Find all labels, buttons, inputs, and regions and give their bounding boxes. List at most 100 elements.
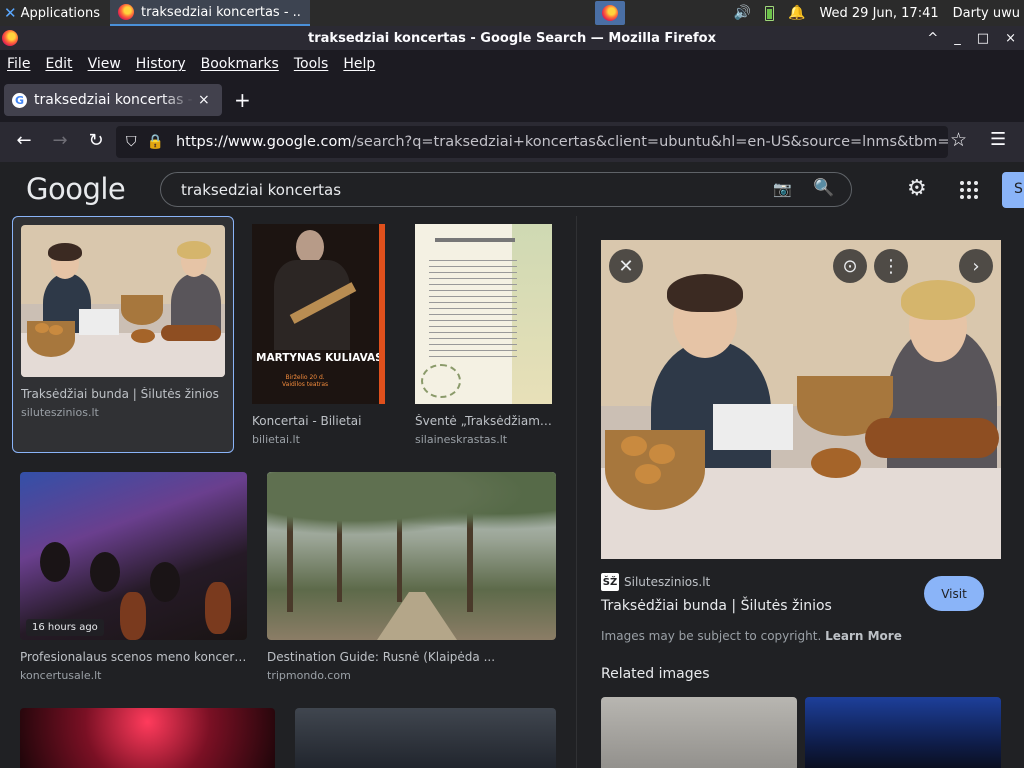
site-logo-icon: ŠŽ xyxy=(601,573,619,591)
tab-strip: G traksedziai koncertas - Google Search … xyxy=(0,78,1024,122)
menu-edit[interactable]: Edit xyxy=(45,56,72,72)
url-host: https://www.google.com xyxy=(175,134,352,150)
menu-bookmarks[interactable]: Bookmarks xyxy=(201,56,279,72)
result-title[interactable]: Destination Guide: Rusnė (Klaipėda ... xyxy=(267,650,556,664)
bookmark-star-icon[interactable]: ☆ xyxy=(950,129,967,151)
workspace-switcher[interactable] xyxy=(595,1,625,25)
time-badge: 16 hours ago xyxy=(26,619,104,636)
reload-icon[interactable]: ↻ xyxy=(84,130,108,151)
taskbar-window-title: traksedziai koncertas - ... xyxy=(141,4,302,20)
navigation-toolbar: ← → ↻ ⛉ 🔒 https://www.google.com/search?… xyxy=(0,122,1024,162)
result-source: tripmondo.com xyxy=(267,669,351,682)
result-source: bilietai.lt xyxy=(252,433,300,446)
menu-help[interactable]: Help xyxy=(343,56,375,72)
url-text[interactable]: https://www.google.com/search?q=traksedz… xyxy=(176,134,948,150)
window-maximize-button[interactable]: □ xyxy=(977,31,989,46)
image-results-grid: Traksėdžiai bunda | Šilutės žinios silut… xyxy=(0,216,576,768)
taskbar-window-button[interactable]: traksedziai koncertas - ... xyxy=(110,0,310,26)
forward-arrow-icon[interactable]: → xyxy=(48,130,72,151)
result-thumbnail[interactable] xyxy=(21,225,225,377)
window-title: traksedziai koncertas - Google Search — … xyxy=(308,30,716,46)
result-source: siluteszinios.lt xyxy=(21,406,99,419)
copyright-text: Images may be subject to copyright. xyxy=(601,629,822,643)
tab-close-icon[interactable]: × xyxy=(198,92,210,108)
more-options-icon[interactable]: ⋮ xyxy=(874,249,908,283)
learn-more-link[interactable]: Learn More xyxy=(825,629,902,643)
window-shade-button[interactable]: ^ xyxy=(927,31,938,46)
image-result-card[interactable]: Traksėdžiai bunda | Šilutės žinios silut… xyxy=(12,216,234,453)
tracking-shield-icon[interactable]: ⛉ xyxy=(126,134,137,150)
google-header: Google 📷 🔍 ⚙ S xyxy=(0,162,1024,216)
preview-image[interactable]: ✕ ⊙ ⋮ › xyxy=(601,240,1001,559)
web-page: Google 📷 🔍 ⚙ S xyxy=(0,162,1024,768)
image-preview-panel: ✕ ⊙ ⋮ › ŠŽ Siluteszinios.lt Traksėdžiai … xyxy=(576,216,1024,768)
preview-site-name: Siluteszinios.lt xyxy=(624,575,711,589)
result-thumbnail[interactable] xyxy=(267,472,556,640)
search-icon[interactable]: 🔍 xyxy=(813,178,834,198)
clock[interactable]: Wed 29 Jun, 17:41 xyxy=(819,6,938,21)
google-logo[interactable]: Google xyxy=(26,172,126,206)
close-preview-icon[interactable]: ✕ xyxy=(609,249,643,283)
next-image-icon[interactable]: › xyxy=(959,249,993,283)
firefox-icon xyxy=(602,5,618,21)
menu-history[interactable]: History xyxy=(136,56,186,72)
image-result-card[interactable]: Destination Guide: Rusnė (Klaipėda ... t… xyxy=(267,472,556,682)
xfce-logo-icon: ✕ xyxy=(4,4,17,22)
search-input[interactable] xyxy=(181,180,741,199)
result-title[interactable]: Profesionalaus scenos meno koncerti... xyxy=(20,650,247,664)
menu-view[interactable]: View xyxy=(88,56,121,72)
window-close-button[interactable]: × xyxy=(1005,31,1016,46)
result-thumbnail[interactable] xyxy=(415,224,552,404)
volume-icon[interactable]: 🔊 xyxy=(734,5,751,21)
system-tray: 🔊 🔔 Wed 29 Jun, 17:41 Darty uwu xyxy=(734,0,1024,26)
copyright-notice: Images may be subject to copyright. Lear… xyxy=(601,629,902,643)
result-thumbnail[interactable] xyxy=(295,708,556,768)
new-tab-button[interactable]: + xyxy=(234,88,251,112)
notification-bell-icon[interactable]: 🔔 xyxy=(788,5,805,21)
applications-label: Applications xyxy=(20,5,100,21)
result-title[interactable]: Koncertai - Bilietai xyxy=(252,414,385,428)
related-image[interactable] xyxy=(805,697,1001,768)
related-image[interactable] xyxy=(601,697,797,768)
result-source: silaineskrastas.lt xyxy=(415,433,508,446)
result-thumbnail[interactable] xyxy=(20,708,275,768)
image-result-card[interactable] xyxy=(295,708,556,768)
image-result-card[interactable]: Šventė „Traksėdžiams 300" ... silaineskr… xyxy=(415,224,552,446)
menu-bar: File Edit View History Bookmarks Tools H… xyxy=(0,50,1024,78)
settings-gear-icon[interactable]: ⚙ xyxy=(907,176,927,201)
apps-grid-icon[interactable] xyxy=(960,181,978,199)
user-menu[interactable]: Darty uwu xyxy=(953,6,1020,21)
back-arrow-icon[interactable]: ← xyxy=(12,130,36,151)
menu-file[interactable]: File xyxy=(7,56,30,72)
preview-site[interactable]: ŠŽ Siluteszinios.lt xyxy=(601,573,710,591)
result-thumbnail[interactable]: MARTYNAS KULIAVAS Birželio 20 d. Vaidilo… xyxy=(252,224,385,404)
hamburger-menu-icon[interactable]: ☰ xyxy=(990,129,1006,150)
tab-title: traksedziai koncertas - Google Search xyxy=(34,92,194,108)
sign-in-button[interactable]: S xyxy=(1002,172,1024,208)
battery-icon[interactable] xyxy=(765,5,774,21)
applications-menu[interactable]: ✕ Applications xyxy=(0,0,104,26)
image-result-card[interactable]: MARTYNAS KULIAVAS Birželio 20 d. Vaidilo… xyxy=(252,224,385,446)
image-result-card[interactable]: 16 hours ago Profesionalaus scenos meno … xyxy=(20,472,247,682)
camera-icon[interactable]: 📷 xyxy=(773,180,792,198)
related-images-heading: Related images xyxy=(601,666,710,682)
lock-icon[interactable]: 🔒 xyxy=(147,134,164,150)
url-bar[interactable]: ⛉ 🔒 https://www.google.com/search?q=trak… xyxy=(116,126,948,158)
window-controls: ^ _ □ × xyxy=(927,26,1016,50)
image-result-card[interactable] xyxy=(20,708,275,768)
menu-tools[interactable]: Tools xyxy=(294,56,329,72)
url-path: /search?q=traksedziai+koncertas&client=u… xyxy=(351,134,948,150)
window-minimize-button[interactable]: _ xyxy=(954,31,961,46)
desktop-taskbar: ✕ Applications traksedziai koncertas - .… xyxy=(0,0,1024,26)
search-box[interactable]: 📷 🔍 xyxy=(160,172,852,207)
tab-google-search[interactable]: G traksedziai koncertas - Google Search … xyxy=(4,84,222,116)
poster-subtitle: Birželio 20 d. Vaidilos teatras xyxy=(282,374,329,388)
window-titlebar: traksedziai koncertas - Google Search — … xyxy=(0,26,1024,50)
google-lens-icon[interactable]: ⊙ xyxy=(833,249,867,283)
firefox-window-icon xyxy=(2,30,18,46)
visit-button[interactable]: Visit xyxy=(924,576,984,611)
result-title[interactable]: Šventė „Traksėdžiams 300" ... xyxy=(415,414,552,428)
result-title[interactable]: Traksėdžiai bunda | Šilutės žinios xyxy=(21,387,225,401)
result-thumbnail[interactable]: 16 hours ago xyxy=(20,472,247,640)
preview-title[interactable]: Traksėdžiai bunda | Šilutės žinios xyxy=(601,598,832,614)
